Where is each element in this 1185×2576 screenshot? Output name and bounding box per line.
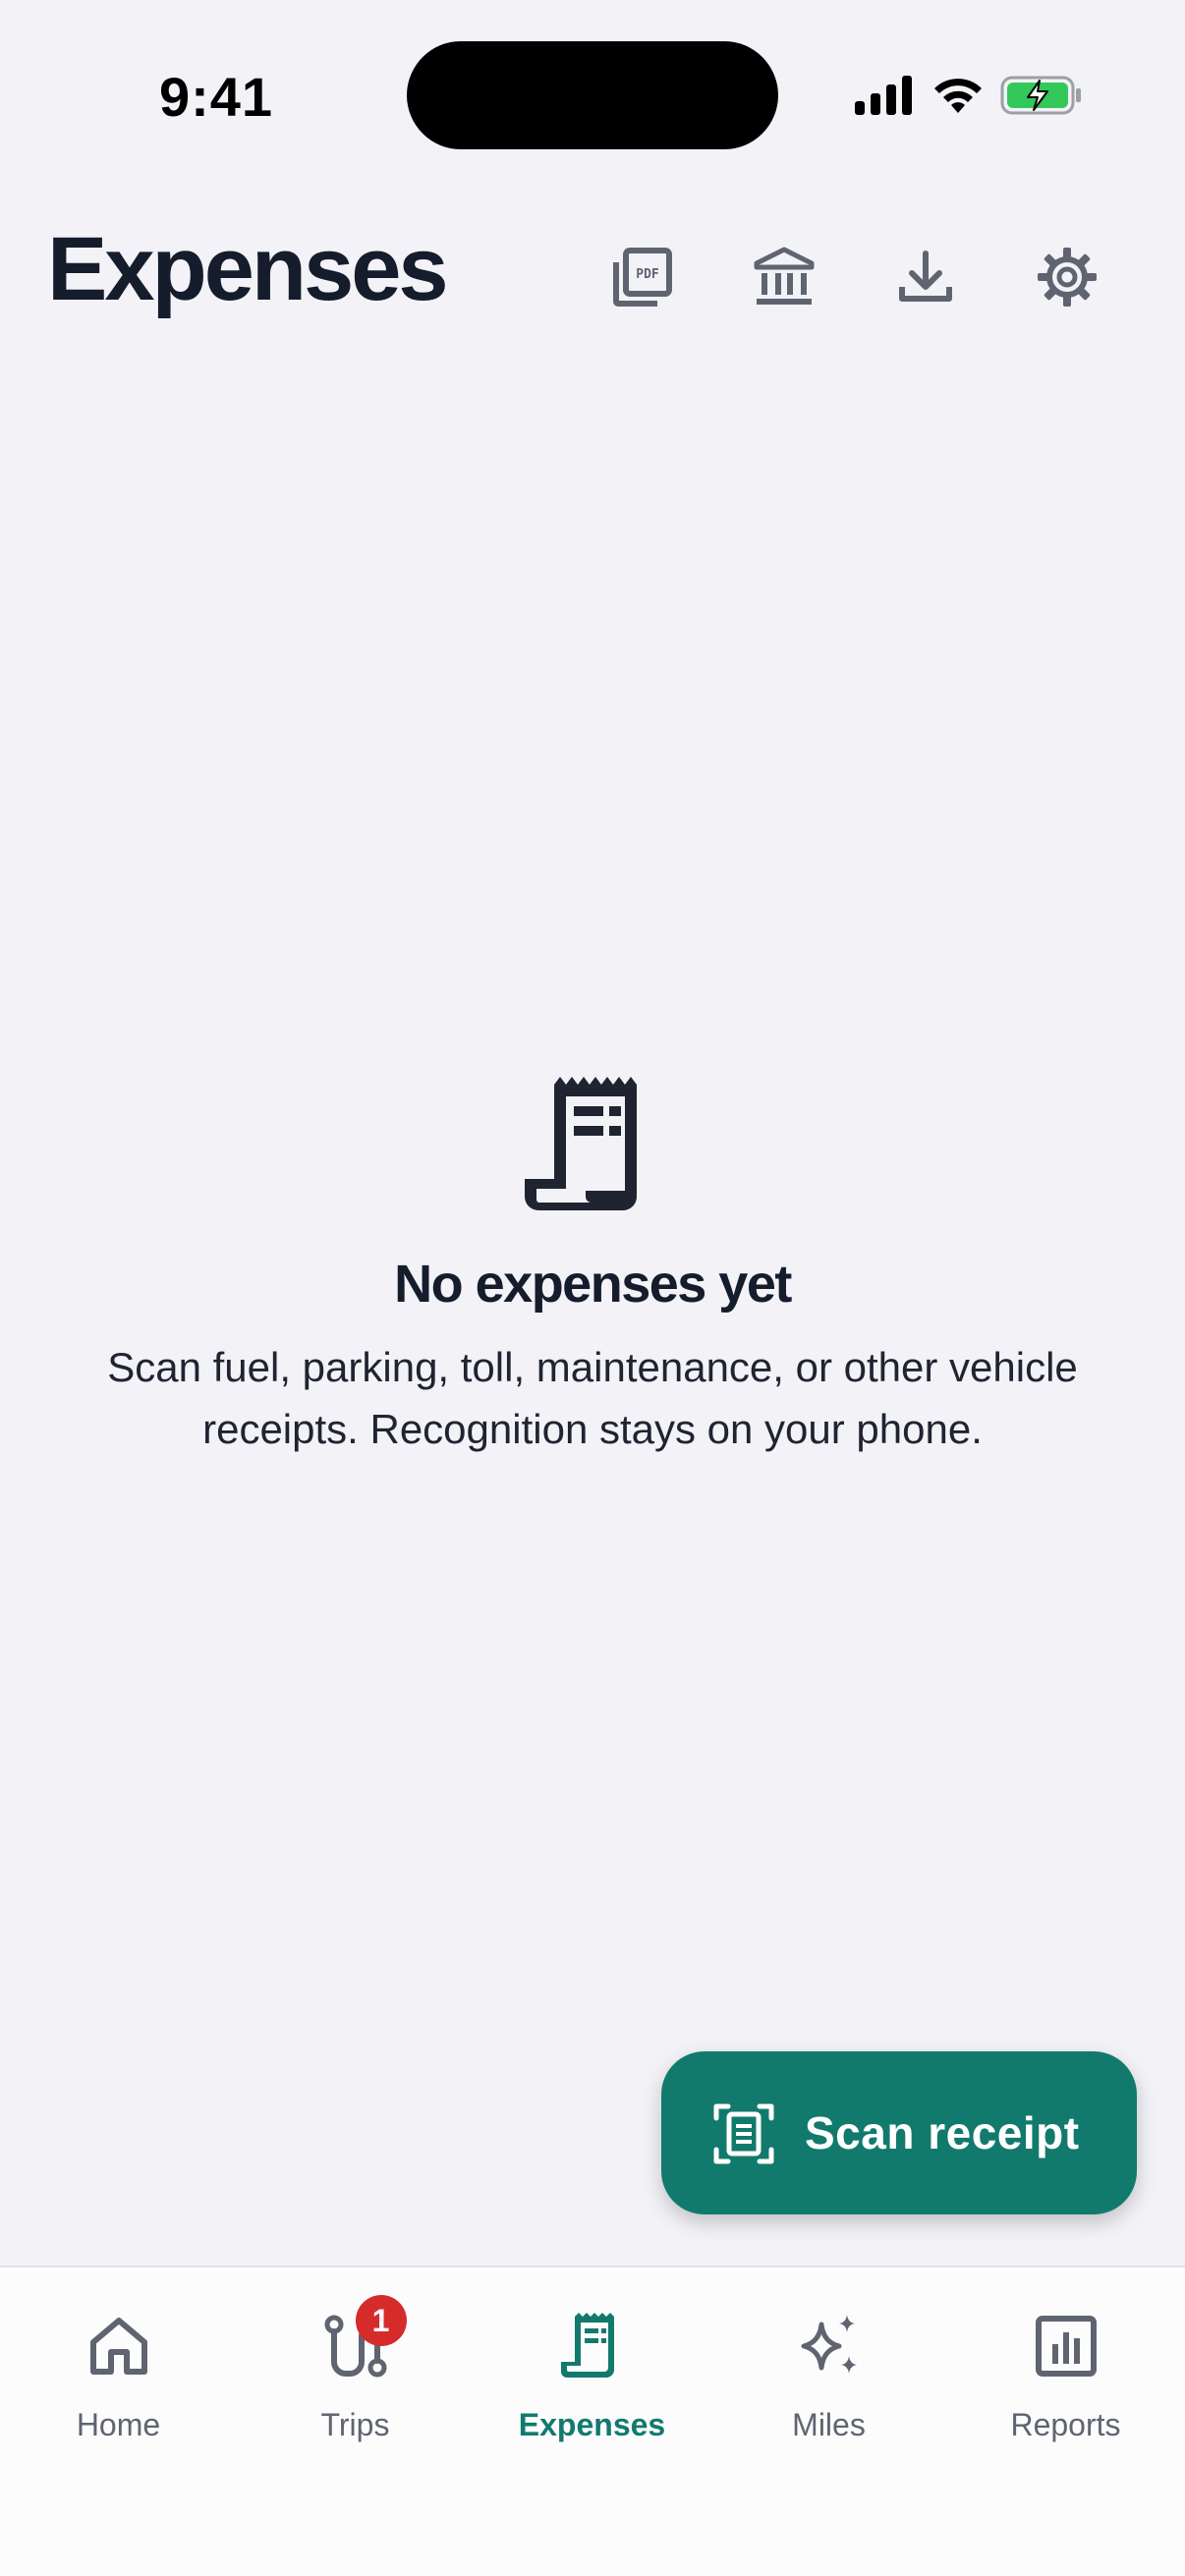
- empty-title: No expenses yet: [394, 1255, 792, 1314]
- settings-button[interactable]: [1026, 236, 1108, 318]
- gear-icon: [1038, 248, 1097, 307]
- tab-miles-label: Miles: [792, 2407, 866, 2442]
- cellular-signal-icon: [855, 76, 912, 115]
- scan-document-icon: [713, 2103, 774, 2164]
- download-button[interactable]: [884, 236, 967, 318]
- empty-description: Scan fuel, parking, toll, maintenance, o…: [107, 1344, 1078, 1452]
- download-icon: [899, 251, 952, 302]
- expenses-screen: 9:41 Expenses PDF No expenses yet Scan f…: [0, 0, 1185, 2576]
- tab-reports-label: Reports: [1010, 2407, 1121, 2442]
- dynamic-island: [407, 41, 778, 149]
- tab-home-label: Home: [76, 2407, 161, 2442]
- empty-state: No expenses yet Scan fuel, parking, toll…: [0, 1071, 1185, 1460]
- bank-button[interactable]: [743, 236, 825, 318]
- header-actions: PDF: [0, 236, 1185, 318]
- scan-receipt-label: Scan receipt: [805, 2107, 1080, 2158]
- tab-home[interactable]: Home: [0, 2268, 237, 2464]
- pdf-icon: PDF: [613, 248, 672, 307]
- tab-bar: Home 1 Trips Expenses Miles Reports: [0, 2266, 1185, 2576]
- home-icon: [84, 2311, 154, 2381]
- tab-trips[interactable]: 1 Trips: [237, 2268, 474, 2464]
- tab-reports[interactable]: Reports: [947, 2268, 1184, 2464]
- tab-trips-label: Trips: [320, 2407, 390, 2442]
- status-icons: [855, 71, 1083, 120]
- route-icon: 1: [320, 2295, 407, 2381]
- scan-receipt-button[interactable]: Scan receipt: [661, 2051, 1137, 2214]
- tab-miles[interactable]: Miles: [710, 2268, 947, 2464]
- svg-text:PDF: PDF: [636, 267, 659, 282]
- receipt-icon: [557, 2311, 628, 2381]
- receipt-icon: [525, 1077, 637, 1210]
- tab-expenses[interactable]: Expenses: [474, 2268, 710, 2464]
- sparkles-icon: [794, 2311, 865, 2381]
- status-time: 9:41: [158, 66, 274, 128]
- status-bar: 9:41: [0, 0, 1185, 177]
- trips-badge: 1: [355, 2295, 407, 2346]
- tab-expenses-label: Expenses: [518, 2407, 666, 2442]
- bar-chart-icon: [1031, 2311, 1101, 2381]
- battery-charging-icon: [1000, 76, 1081, 115]
- wifi-icon: [934, 79, 982, 113]
- export-pdf-button[interactable]: PDF: [601, 236, 684, 318]
- bank-icon: [754, 247, 815, 305]
